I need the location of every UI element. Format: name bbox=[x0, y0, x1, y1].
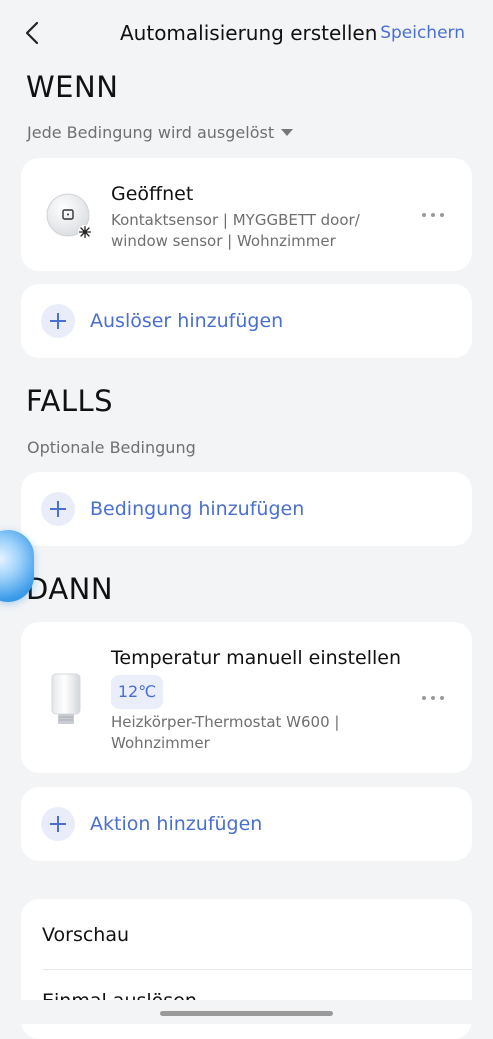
floating-assistant-bubble[interactable] bbox=[0, 530, 34, 602]
action-more-button[interactable] bbox=[422, 693, 446, 703]
action-detail: Heizkörper-Thermostat W600 | Wohnzimmer bbox=[111, 712, 411, 754]
trigger-more-button[interactable] bbox=[422, 210, 446, 220]
add-condition-label: Bedingung hinzufügen bbox=[90, 498, 305, 520]
if-section-title: FALLS bbox=[26, 384, 114, 418]
trigger-detail-line1: Kontaktsensor | MYGGBETT door/ bbox=[111, 211, 360, 229]
thermostat-icon bbox=[49, 672, 83, 728]
add-action-label: Aktion hinzufügen bbox=[90, 813, 263, 835]
if-section-subtitle: Optionale Bedingung bbox=[27, 438, 196, 457]
trigger-mode-label: Jede Bedingung wird ausgelöst bbox=[27, 123, 275, 142]
home-indicator[interactable] bbox=[160, 1011, 333, 1016]
divider bbox=[42, 969, 472, 970]
when-section-title: WENN bbox=[26, 70, 119, 104]
top-bar: Automalisierung erstellen Speichern bbox=[0, 0, 493, 66]
add-action-button[interactable]: Aktion hinzufügen bbox=[21, 787, 472, 861]
back-button[interactable] bbox=[18, 18, 48, 48]
plus-icon bbox=[41, 304, 75, 338]
then-section-title: DANN bbox=[26, 572, 114, 606]
plus-icon bbox=[41, 492, 75, 526]
trigger-detail-line2: window sensor | Wohnzimmer bbox=[111, 232, 336, 250]
plus-icon bbox=[41, 807, 75, 841]
trigger-card[interactable]: Geöffnet Kontaktsensor | MYGGBETT door/ … bbox=[21, 158, 472, 271]
temperature-badge: 12℃ bbox=[111, 675, 163, 709]
save-button[interactable]: Speichern bbox=[380, 23, 465, 43]
trigger-title: Geöffnet bbox=[111, 183, 194, 205]
page-title: Automalisierung erstellen bbox=[120, 21, 378, 45]
add-trigger-button[interactable]: Auslöser hinzufügen bbox=[21, 284, 472, 358]
preview-row[interactable]: Vorschau bbox=[42, 924, 129, 946]
dropdown-caret-icon bbox=[281, 128, 294, 136]
add-condition-button[interactable]: Bedingung hinzufügen bbox=[21, 472, 472, 546]
add-trigger-label: Auslöser hinzufügen bbox=[90, 310, 284, 332]
action-detail-line2: Wohnzimmer bbox=[111, 734, 210, 752]
contact-sensor-icon bbox=[45, 192, 95, 242]
action-card[interactable]: Temperatur manuell einstellen 12℃ Heizkö… bbox=[21, 622, 472, 773]
chevron-left-icon bbox=[25, 21, 39, 45]
action-detail-line1: Heizkörper-Thermostat W600 | bbox=[111, 713, 340, 731]
action-title: Temperatur manuell einstellen bbox=[111, 647, 401, 669]
trigger-mode-dropdown[interactable]: Jede Bedingung wird ausgelöst bbox=[27, 123, 294, 142]
trigger-detail: Kontaktsensor | MYGGBETT door/ window se… bbox=[111, 210, 391, 252]
